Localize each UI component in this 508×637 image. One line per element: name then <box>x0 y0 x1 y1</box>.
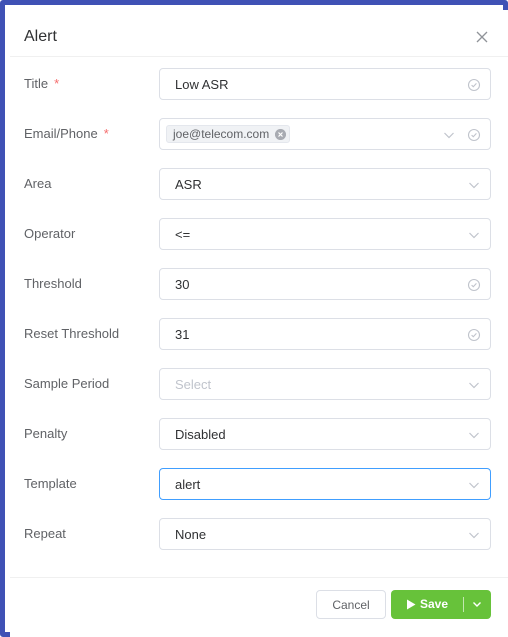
form-row-sample-period: Sample Period Select <box>10 368 508 400</box>
operator-value: <= <box>175 227 191 242</box>
tag-close-icon[interactable] <box>275 129 287 140</box>
email-tag-text: joe@telecom.com <box>173 127 270 141</box>
sample-period-select[interactable]: Select <box>159 368 491 400</box>
template-label: Template <box>24 476 77 491</box>
form-row-template: Template alert <box>10 468 508 500</box>
form-row-threshold: Threshold 30 <box>10 268 508 300</box>
cancel-button[interactable]: Cancel <box>316 590 386 619</box>
form-row-reset-threshold: Reset Threshold 31 <box>10 318 508 350</box>
save-button[interactable]: Save <box>391 590 463 619</box>
sample-period-label: Sample Period <box>24 376 110 391</box>
penalty-select[interactable]: Disabled <box>159 418 491 450</box>
repeat-select[interactable]: None <box>159 518 491 550</box>
form-row-penalty: Penalty Disabled <box>10 418 508 450</box>
alert-dialog: Alert Title * Low ASR Email/Phone * joe@te… <box>10 10 508 637</box>
title-value: Low ASR <box>175 77 229 92</box>
operator-label: Operator <box>24 226 76 241</box>
operator-select[interactable]: <= <box>159 218 491 250</box>
dialog-title: Alert <box>24 28 57 45</box>
required-mark: * <box>103 126 109 141</box>
required-mark: * <box>54 76 60 91</box>
repeat-label: Repeat <box>24 526 66 541</box>
template-value: alert <box>175 477 201 492</box>
save-divider <box>463 597 464 612</box>
template-select[interactable]: alert <box>159 468 491 500</box>
threshold-label: Threshold <box>24 276 82 291</box>
sample-period-placeholder: Select <box>175 377 212 392</box>
check-circle-icon <box>467 78 481 92</box>
chevron-down-icon[interactable] <box>466 377 482 393</box>
dialog-header: Alert <box>10 10 508 57</box>
form-row-email: Email/Phone * joe@telecom.com <box>10 118 508 150</box>
email-tag: joe@telecom.com <box>166 125 291 143</box>
save-split-button: Save <box>391 590 491 619</box>
chevron-down-icon[interactable] <box>466 477 482 493</box>
check-circle-icon <box>467 328 481 342</box>
form-row-operator: Operator <= <box>10 218 508 250</box>
form-row-title: Title * Low ASR <box>10 68 508 100</box>
chevron-down-icon[interactable] <box>466 427 482 443</box>
area-label: Area <box>24 176 52 191</box>
area-select[interactable]: ASR <box>159 168 491 200</box>
reset-threshold-input[interactable]: 31 <box>159 318 491 350</box>
chevron-down-icon[interactable] <box>441 127 457 143</box>
play-icon <box>407 599 416 610</box>
email-phone-select[interactable]: joe@telecom.com <box>159 118 491 150</box>
save-label: Save <box>420 597 449 611</box>
caret-down-icon[interactable] <box>471 598 483 610</box>
area-value: ASR <box>175 177 202 192</box>
app-frame: Alert Title * Low ASR Email/Phone * joe@te… <box>0 0 508 637</box>
title-label: Title * <box>24 76 60 91</box>
form-row-area: Area ASR <box>10 168 508 200</box>
title-input[interactable]: Low ASR <box>159 68 491 100</box>
reset-threshold-label: Reset Threshold <box>24 326 120 341</box>
reset-threshold-value: 31 <box>175 327 190 342</box>
threshold-input[interactable]: 30 <box>159 268 491 300</box>
chevron-down-icon[interactable] <box>466 177 482 193</box>
repeat-value: None <box>175 527 207 542</box>
check-circle-icon <box>467 278 481 292</box>
dialog-footer: Cancel Save <box>10 577 508 637</box>
check-circle-icon <box>467 128 481 142</box>
form-row-repeat: Repeat None <box>10 518 508 550</box>
penalty-label: Penalty <box>24 426 68 441</box>
penalty-value: Disabled <box>175 427 226 442</box>
threshold-value: 30 <box>175 277 190 292</box>
chevron-down-icon[interactable] <box>466 527 482 543</box>
email-label: Email/Phone * <box>24 126 109 141</box>
close-icon[interactable] <box>472 27 492 47</box>
chevron-down-icon[interactable] <box>466 227 482 243</box>
